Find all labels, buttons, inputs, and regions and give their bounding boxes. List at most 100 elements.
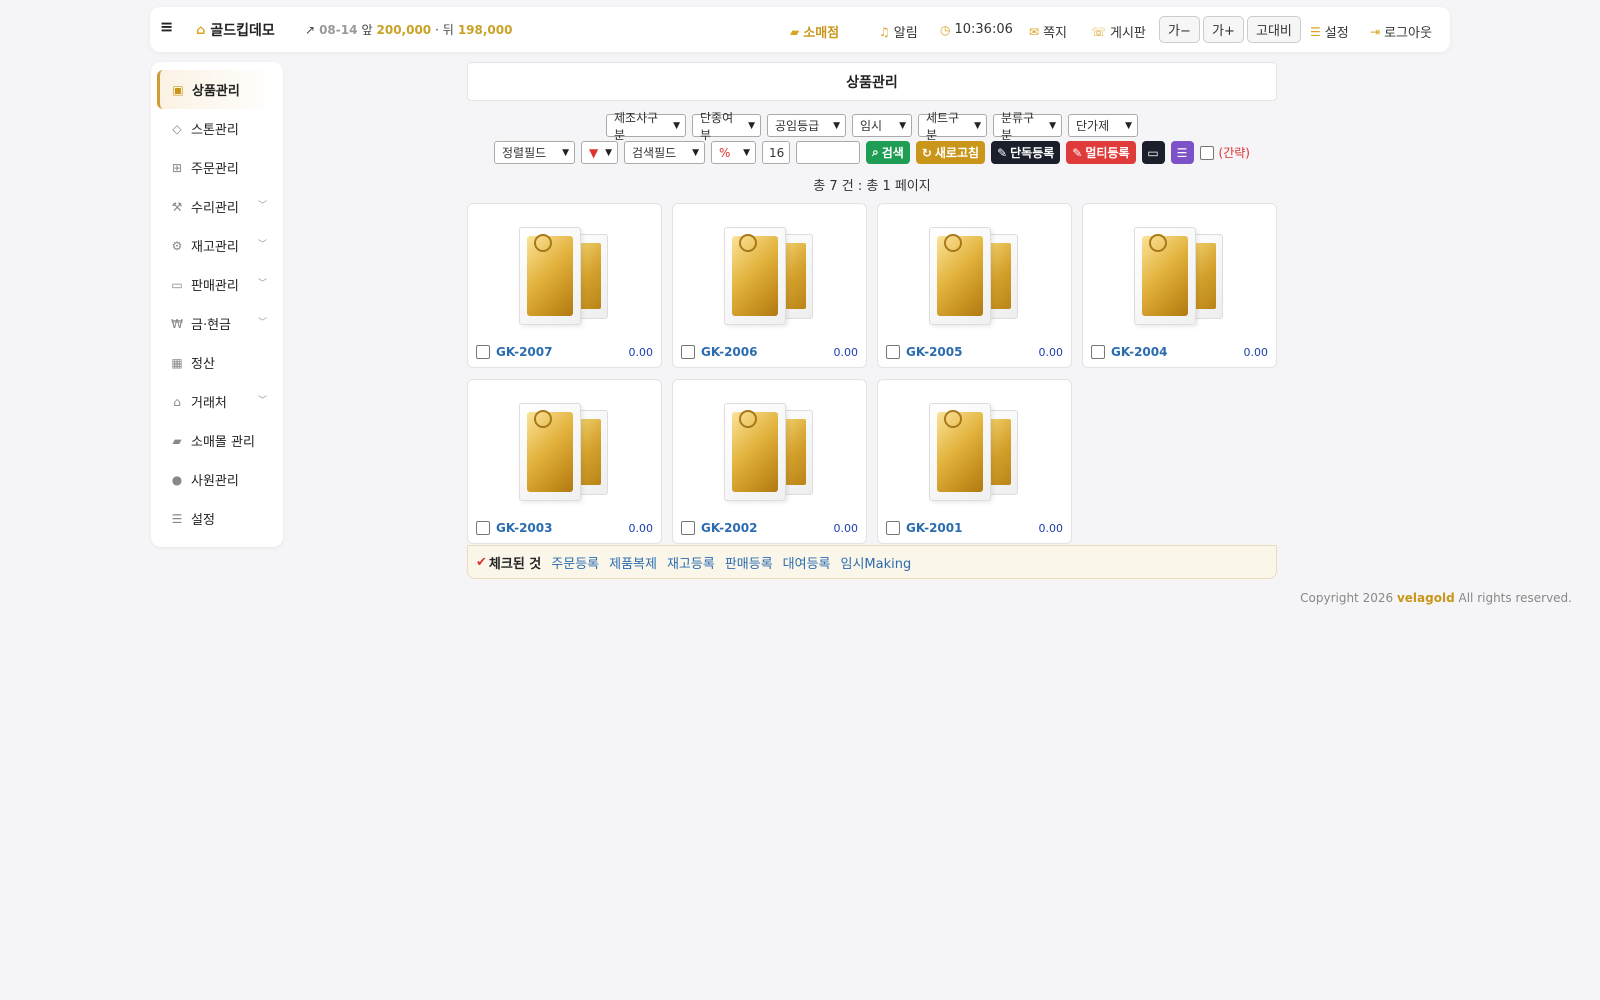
- simple-view-checkbox[interactable]: [1199, 145, 1214, 160]
- logout-link[interactable]: ⇥ 로그아웃: [1370, 22, 1432, 42]
- clock-time: 10:36:06: [954, 22, 1013, 37]
- sidebar-item-products[interactable]: ▣ 상품관리: [157, 70, 277, 109]
- high-contrast-button[interactable]: 고대비: [1247, 16, 1301, 43]
- sidebar-item-label: 주문관리: [191, 162, 239, 177]
- product-code[interactable]: GK-2004: [1111, 345, 1244, 359]
- sale-register-link[interactable]: 판매등록: [725, 553, 773, 572]
- stock-register-link[interactable]: 재고등록: [667, 553, 715, 572]
- sidebar-item-stones[interactable]: ◇ 스톤관리: [151, 109, 283, 148]
- unit-price-select[interactable]: 단가제 ▼: [1068, 114, 1138, 137]
- alarm-link[interactable]: ♫ 알림: [879, 22, 918, 42]
- list-icon[interactable]: ☰: [1170, 141, 1194, 164]
- multi-register-button[interactable]: ✎ 멀티등록: [1066, 141, 1136, 164]
- product-checkbox[interactable]: [886, 345, 900, 359]
- product-code[interactable]: GK-2006: [701, 345, 834, 359]
- font-increase-button[interactable]: 가+: [1203, 16, 1244, 43]
- gold-bar-image: [513, 400, 618, 505]
- product-card[interactable]: GK-2005 0.00: [877, 203, 1072, 368]
- checked-label: ✔ 체크된 것: [476, 553, 541, 572]
- product-price: 0.00: [1038, 345, 1064, 359]
- product-price: 0.00: [833, 345, 859, 359]
- maker-select[interactable]: 제조사구분 ▼: [606, 111, 686, 142]
- product-card[interactable]: GK-2002 0.00: [672, 379, 867, 544]
- chevron-down-icon: ﹀: [257, 318, 267, 328]
- copyright-brand[interactable]: velagold: [1397, 591, 1455, 605]
- product-card[interactable]: GK-2003 0.00: [467, 379, 662, 544]
- category-select[interactable]: 분류구분 ▼: [993, 111, 1062, 142]
- sidebar-item-employees[interactable]: ● 사원관리: [151, 460, 283, 499]
- product-code[interactable]: GK-2001: [906, 521, 1039, 535]
- rental-register-link[interactable]: 대여등록: [783, 553, 831, 572]
- bank-icon: ⌂: [173, 394, 181, 409]
- gold-bar-image: [718, 400, 823, 505]
- page-size-input[interactable]: 16: [762, 141, 790, 164]
- sidebar-item-inventory[interactable]: ⚙ 재고관리 ﹀: [151, 226, 283, 265]
- product-price: 0.00: [628, 521, 654, 535]
- sidebar-item-settlement[interactable]: ▦ 정산: [151, 343, 283, 382]
- briefcase-icon: ▰: [790, 24, 800, 39]
- sidebar-item-partners[interactable]: ⌂ 거래처 ﹀: [151, 382, 283, 421]
- product-card[interactable]: GK-2001 0.00: [877, 379, 1072, 544]
- sidebar-item-repairs[interactable]: ⚒ 수리관리 ﹀: [151, 187, 283, 226]
- chevron-down-icon: ﹀: [257, 279, 267, 289]
- product-card[interactable]: GK-2007 0.00: [467, 203, 662, 368]
- refresh-button-label: 새로고침: [934, 146, 980, 160]
- product-checkbox[interactable]: [886, 521, 900, 535]
- message-link[interactable]: ✉ 쪽지: [1029, 22, 1067, 42]
- sidebar-item-sales[interactable]: ▭ 판매관리 ﹀: [151, 265, 283, 304]
- simple-view-toggle[interactable]: (간략): [1199, 141, 1250, 164]
- product-checkbox[interactable]: [681, 345, 695, 359]
- sidebar-item-orders[interactable]: ⊞ 주문관리: [151, 148, 283, 187]
- order-register-link[interactable]: 주문등록: [551, 553, 599, 572]
- product-checkbox[interactable]: [476, 521, 490, 535]
- product-card[interactable]: GK-2004 0.00: [1082, 203, 1277, 368]
- temp-making-link[interactable]: 임시Making: [841, 553, 912, 572]
- chevron-down-icon: ▼: [692, 147, 699, 158]
- search-input[interactable]: [796, 141, 860, 164]
- sort-direction-select[interactable]: ▼ ▼: [581, 141, 618, 164]
- hamburger-icon[interactable]: ≡: [160, 17, 173, 36]
- store-link[interactable]: ▰ 소매점: [790, 22, 840, 42]
- refresh-button[interactable]: ↻ 새로고침: [915, 141, 986, 164]
- match-select[interactable]: % ▼: [711, 141, 756, 164]
- temp-select[interactable]: 임시 ▼: [852, 114, 912, 137]
- sidebar-item-retail-mall[interactable]: ▰ 소매몰 관리: [151, 421, 283, 460]
- sidebar: ▣ 상품관리 ◇ 스톤관리 ⊞ 주문관리 ⚒ 수리관리 ﹀ ⚙ 재고관리 ﹀ ▭…: [151, 62, 283, 547]
- chevron-down-icon: ﹀: [257, 201, 267, 211]
- product-card[interactable]: GK-2006 0.00: [672, 203, 867, 368]
- board-link[interactable]: ☏ 게시판: [1091, 22, 1146, 42]
- product-code[interactable]: GK-2007: [496, 345, 629, 359]
- sort-field-select[interactable]: 정렬필드 ▼: [494, 141, 575, 164]
- set-select[interactable]: 세트구분 ▼: [918, 111, 987, 142]
- product-code[interactable]: GK-2002: [701, 521, 834, 535]
- monitor-icon[interactable]: ▭: [1141, 141, 1165, 164]
- font-decrease-button[interactable]: 가−: [1159, 16, 1200, 43]
- single-register-button[interactable]: ✎ 단독등록: [991, 141, 1061, 164]
- sidebar-item-settings[interactable]: ☰ 설정: [151, 499, 283, 538]
- multi-register-label: 멀티등록: [1085, 146, 1130, 160]
- product-price: 0.00: [1038, 521, 1064, 535]
- product-code[interactable]: GK-2003: [496, 521, 629, 535]
- store-label: 소매점: [803, 26, 840, 41]
- product-checkbox[interactable]: [476, 345, 490, 359]
- grade-select-value: 공임등급: [775, 119, 820, 133]
- sidebar-item-gold-cash[interactable]: ₩ 금·현금 ﹀: [151, 304, 283, 343]
- clock: ◷ 10:36:06: [940, 22, 1013, 37]
- discontinued-select[interactable]: 단종여부 ▼: [692, 111, 761, 142]
- settings-link[interactable]: ☰ 설정: [1310, 22, 1349, 42]
- product-clone-link[interactable]: 제품복제: [609, 553, 657, 572]
- search-button[interactable]: ⌕ 검색: [866, 141, 910, 164]
- logout-label: 로그아웃: [1384, 26, 1432, 41]
- sidebar-item-label: 금·현금: [191, 318, 232, 333]
- checked-actions-bar: ✔ 체크된 것 주문등록 제품복제 재고등록 판매등록 대여등록 임시Makin…: [467, 545, 1277, 579]
- search-field-select[interactable]: 검색필드 ▼: [624, 141, 705, 164]
- product-checkbox[interactable]: [1091, 345, 1105, 359]
- brand[interactable]: ⌂ 골드킵데모: [196, 20, 275, 40]
- price-date: 08-14: [319, 22, 358, 37]
- sidebar-item-label: 사원관리: [191, 474, 239, 489]
- product-checkbox[interactable]: [681, 521, 695, 535]
- product-price: 0.00: [833, 521, 859, 535]
- product-code[interactable]: GK-2005: [906, 345, 1039, 359]
- checked-label-text: 체크된 것: [488, 556, 542, 572]
- grade-select[interactable]: 공임등급 ▼: [767, 114, 846, 137]
